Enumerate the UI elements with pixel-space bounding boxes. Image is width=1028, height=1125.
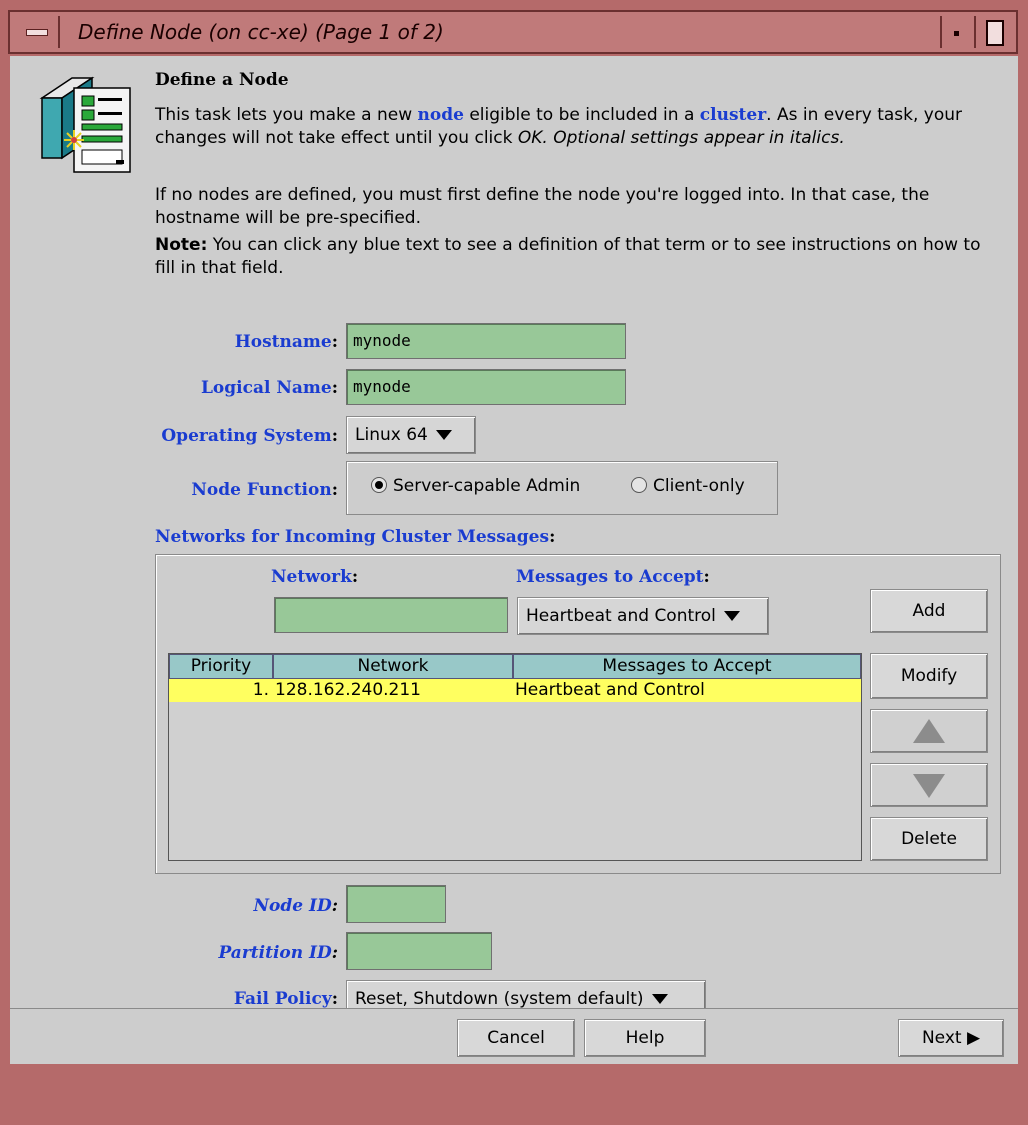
intro-paragraph-2: If no nodes are defined, you must first … [155,185,930,228]
cell-network: 128.162.240.211 [275,680,422,700]
fail-policy-label[interactable]: Fail Policy: [130,989,338,1009]
hostname-field[interactable]: mynode [346,323,626,359]
chevron-down-icon [435,430,452,440]
dialog-content: Define a Node This task lets you make a … [10,56,1018,1062]
intro-paragraph-1: This task lets you make a new node eligi… [155,105,963,148]
maximize-icon[interactable] [974,16,1012,48]
window-bottom-border [0,1064,1028,1125]
radio-server-capable-admin[interactable]: Server-capable Admin [371,476,580,496]
chevron-down-icon [651,994,668,1004]
title-bar[interactable]: Define Node (on cc-xe) (Page 1 of 2) [8,10,1018,54]
next-button[interactable]: Next ▶ [898,1019,1004,1057]
table-header: Priority Network Messages to Accept [169,654,861,679]
hostname-label[interactable]: Hostname: [130,332,338,352]
window-frame: Define Node (on cc-xe) (Page 1 of 2) Def… [0,0,1028,1125]
column-header-messages[interactable]: Messages to Accept [513,654,861,679]
node-id-label[interactable]: Node ID: [130,896,338,916]
cluster-link[interactable]: cluster [700,105,766,125]
task-heading: Define a Node [155,70,289,90]
node-id-field[interactable] [346,885,446,923]
intro-paragraph-3: Note: You can click any blue text to see… [155,235,981,278]
button-bar: Cancel Help Next ▶ [10,1008,1018,1065]
move-down-button[interactable] [870,763,988,807]
delete-button[interactable]: Delete [870,817,988,861]
window-title: Define Node (on cc-xe) (Page 1 of 2) [78,20,444,44]
table-row[interactable]: 1. 128.162.240.211 Heartbeat and Control [169,679,861,702]
cancel-button[interactable]: Cancel [457,1019,575,1057]
logical-name-field[interactable]: mynode [346,369,626,405]
radio-unselected-icon [631,477,647,493]
down-arrow-icon [913,774,945,798]
node-function-radio-group: Server-capable Admin Client-only [346,461,778,515]
help-button[interactable]: Help [584,1019,706,1057]
operating-system-label[interactable]: Operating System: [100,426,338,446]
networks-panel: Network: Messages to Accept: Heartbeat a… [155,554,1001,874]
chevron-down-icon [723,611,740,621]
network-field[interactable] [274,597,508,633]
radio-selected-icon [371,477,387,493]
minimize-icon[interactable] [940,16,970,48]
networks-label[interactable]: Networks for Incoming Cluster Messages: [155,527,555,547]
move-up-button[interactable] [870,709,988,753]
network-label[interactable]: Network: [271,567,358,587]
column-header-network[interactable]: Network [273,654,513,679]
radio-client-only[interactable]: Client-only [631,476,745,496]
column-header-priority[interactable]: Priority [169,654,273,679]
messages-to-accept-label[interactable]: Messages to Accept: [516,567,710,587]
modify-button[interactable]: Modify [870,653,988,699]
node-function-label[interactable]: Node Function: [130,480,338,500]
cell-messages: Heartbeat and Control [515,680,705,700]
task-icon [39,76,131,173]
networks-table[interactable]: Priority Network Messages to Accept 1. 1… [168,653,862,861]
add-button[interactable]: Add [870,589,988,633]
partition-id-field[interactable] [346,932,492,970]
cell-priority: 1. [252,680,269,700]
messages-to-accept-dropdown[interactable]: Heartbeat and Control [517,597,769,635]
logical-name-label[interactable]: Logical Name: [130,378,338,398]
up-arrow-icon [913,719,945,743]
next-arrow-icon: ▶ [966,1028,981,1048]
node-link[interactable]: node [418,105,464,125]
partition-id-label[interactable]: Partition ID: [130,943,338,963]
operating-system-dropdown[interactable]: Linux 64 [346,416,476,454]
window-menu-icon[interactable] [14,16,60,48]
